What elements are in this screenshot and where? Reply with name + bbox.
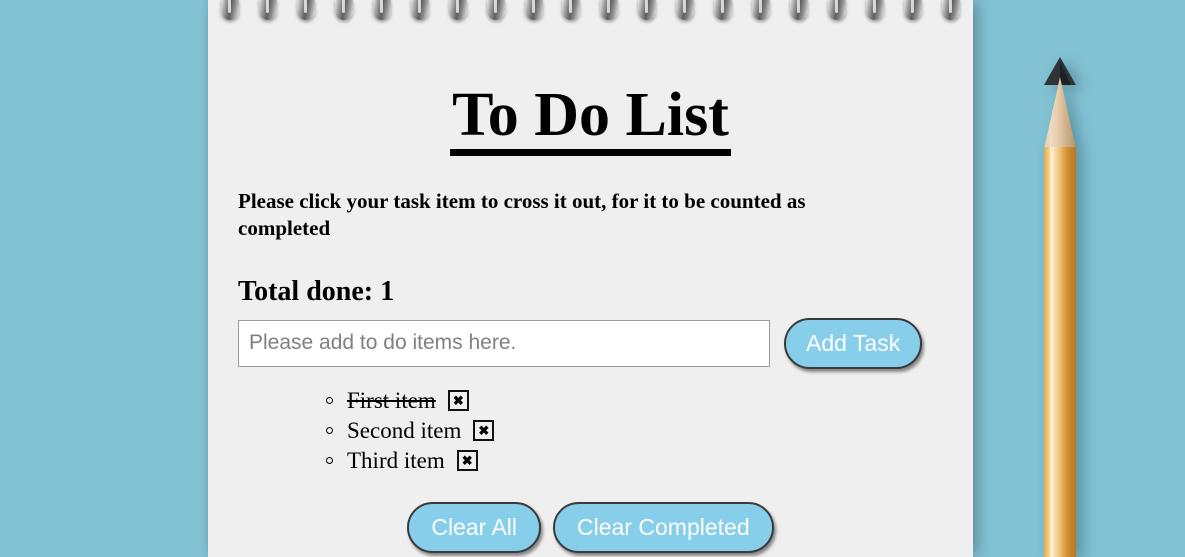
bullet-icon xyxy=(326,426,333,434)
footer-buttons: Clear All Clear Completed xyxy=(238,502,943,554)
task-list: First item ✖ Second item ✖ Third item ✖ xyxy=(238,387,943,474)
task-label[interactable]: Third item xyxy=(347,447,445,474)
delete-task-button[interactable]: ✖ xyxy=(447,389,469,411)
page-content: To Do List Please click your task item t… xyxy=(208,0,973,554)
task-label[interactable]: Second item xyxy=(347,417,461,444)
page-title: To Do List xyxy=(238,0,943,156)
pencil-wood xyxy=(1044,77,1076,149)
bullet-icon xyxy=(326,396,333,404)
pencil-icon xyxy=(1044,57,1076,557)
delete-task-button[interactable]: ✖ xyxy=(456,450,478,472)
bullet-icon xyxy=(326,457,333,465)
task-item: First item ✖ xyxy=(326,387,943,414)
task-item: Third item ✖ xyxy=(326,447,943,474)
notepad-page: To Do List Please click your task item t… xyxy=(208,0,973,557)
add-task-row: Add Task xyxy=(238,317,943,369)
task-label[interactable]: First item xyxy=(347,387,436,414)
pencil-highlight xyxy=(1050,147,1054,557)
total-done-counter: Total done: 1 xyxy=(238,275,395,307)
task-item: Second item ✖ xyxy=(326,417,943,444)
pencil-body xyxy=(1044,147,1076,557)
clear-all-button[interactable]: Clear All xyxy=(407,502,542,554)
clear-completed-button[interactable]: Clear Completed xyxy=(553,502,774,554)
delete-task-button[interactable]: ✖ xyxy=(473,419,495,441)
task-input[interactable] xyxy=(238,319,770,367)
pencil-tip-shadow xyxy=(1060,62,1071,85)
add-task-button[interactable]: Add Task xyxy=(784,317,923,369)
page-title-text: To Do List xyxy=(450,84,731,156)
instructions-text: Please click your task item to cross it … xyxy=(238,189,806,240)
